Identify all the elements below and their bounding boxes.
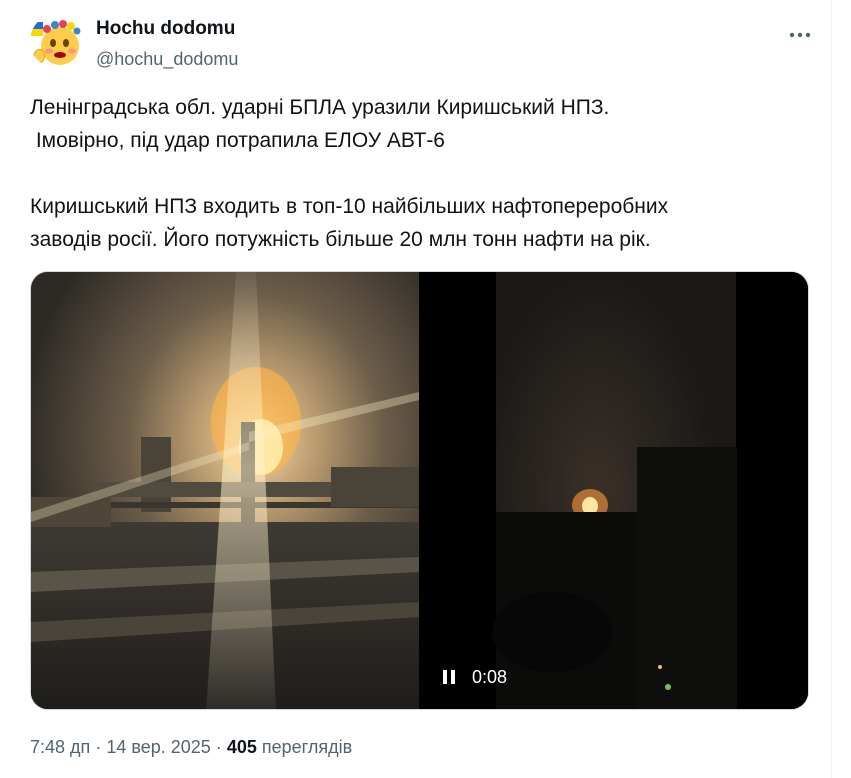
- tweet-photo[interactable]: [31, 272, 419, 709]
- tweet-header: Hochu dodomu @hochu_dodomu: [30, 14, 815, 70]
- video-refinery-fire-thumbnail: [422, 272, 808, 709]
- video-controls: 0:08: [442, 663, 507, 691]
- video-time: 0:08: [472, 666, 508, 687]
- tweet-text-line: Киришський НПЗ входить в топ-10 найбільш…: [30, 195, 669, 218]
- tweet-date[interactable]: 14 вер. 2025: [106, 737, 210, 757]
- tweet-time[interactable]: 7:48 дп: [30, 737, 90, 757]
- tweet-text-line: заводів росії. Його потужність більше 20…: [30, 228, 651, 251]
- more-options-button[interactable]: [785, 20, 815, 50]
- views-count: 405: [226, 737, 257, 757]
- tweet-text-line: Імовірно, під удар потрапила ЕЛОУ АВТ-6: [30, 129, 445, 152]
- author-display-name[interactable]: Hochu dodomu: [96, 17, 238, 41]
- tweet-video[interactable]: 0:08: [422, 272, 808, 709]
- tweet-text-line: Ленінградська обл. ударні БПЛА уразили К…: [30, 96, 610, 119]
- media-grid: 0:08: [30, 271, 809, 710]
- meta-separator: ·: [215, 737, 222, 757]
- author-handle[interactable]: @hochu_dodomu: [96, 47, 238, 71]
- tweet-text: Ленінградська обл. ударні БПЛА уразили К…: [30, 91, 810, 256]
- tweet-card: Hochu dodomu @hochu_dodomu Ленінградська…: [0, 0, 832, 778]
- pause-icon: [443, 670, 455, 684]
- avatar[interactable]: [30, 14, 84, 68]
- photo-refinery-fire-image: [31, 272, 419, 709]
- more-dots-icon: [789, 32, 811, 38]
- emoji-face-with-flower-crown-icon: [30, 14, 84, 68]
- author-names: Hochu dodomu @hochu_dodomu: [96, 17, 238, 71]
- pause-button[interactable]: [442, 667, 460, 687]
- meta-separator: ·: [95, 737, 102, 757]
- views-label: переглядів: [261, 737, 353, 757]
- tweet-text-blank-line: [30, 157, 810, 190]
- tweet-meta: 7:48 дп · 14 вер. 2025 · 405 переглядів: [30, 734, 352, 760]
